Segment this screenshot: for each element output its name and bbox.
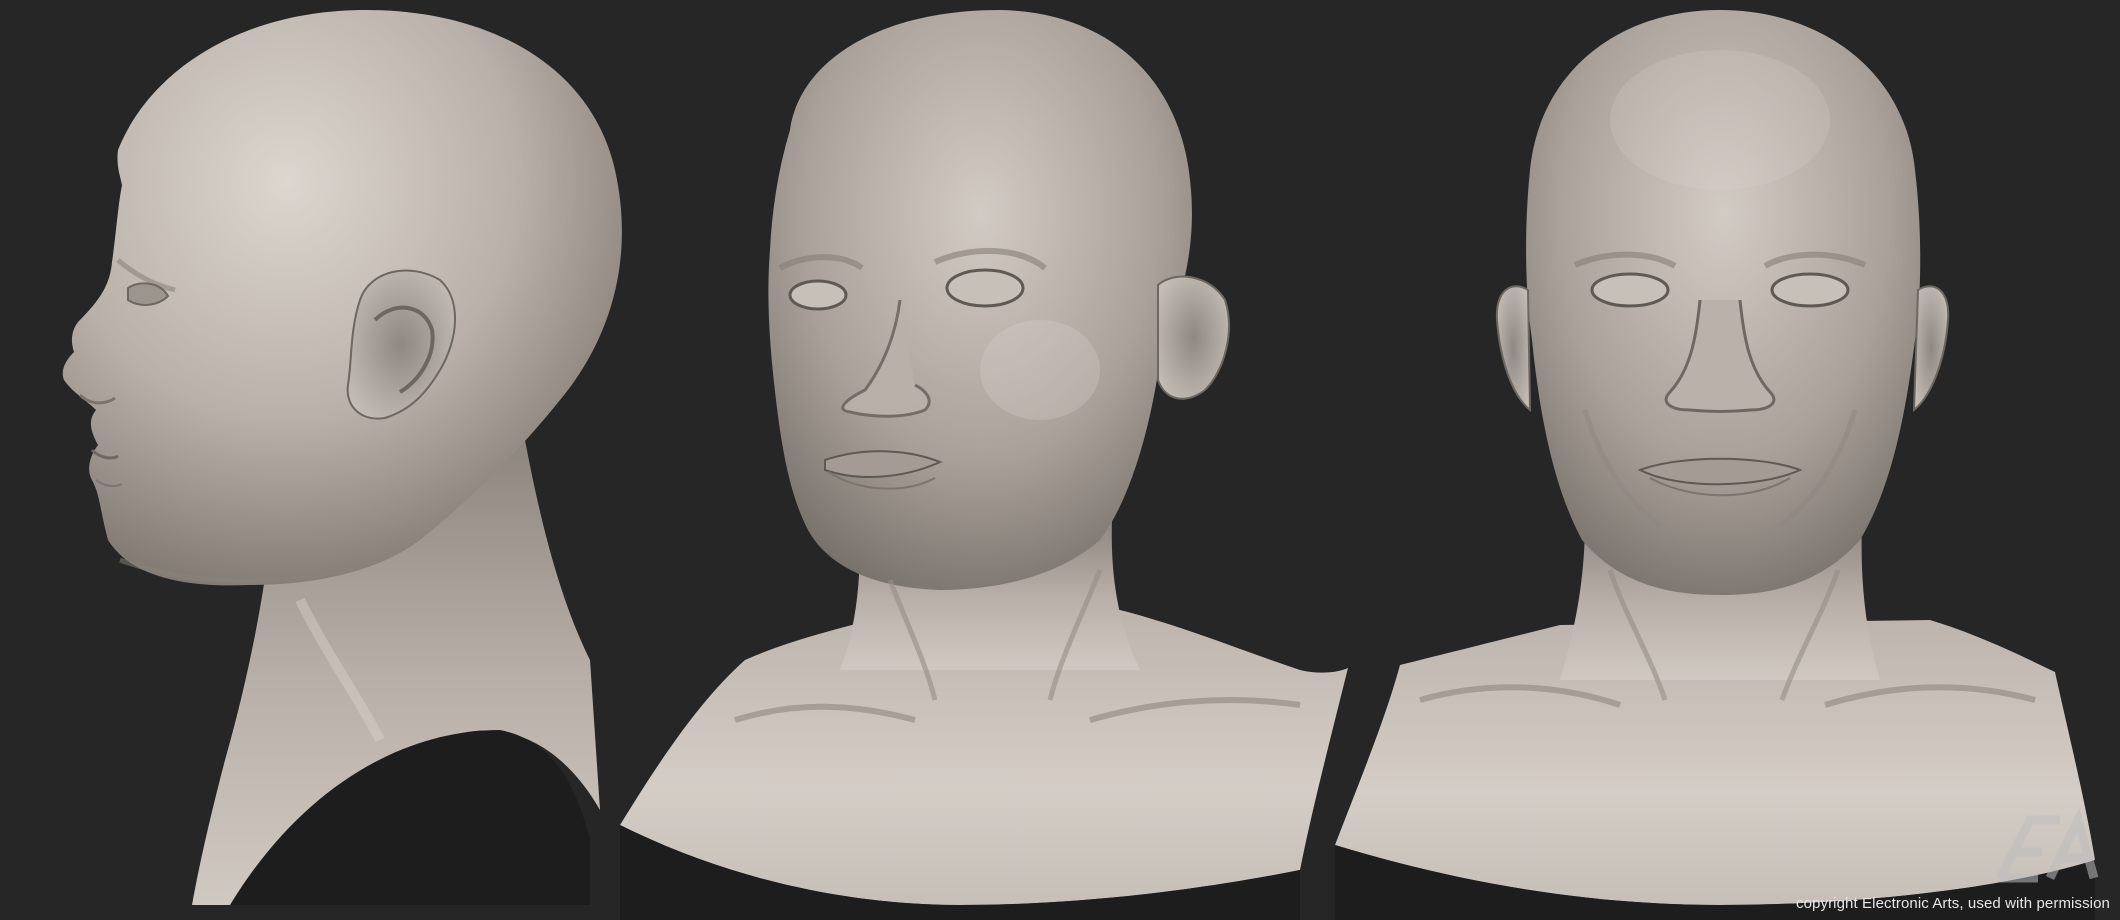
front-eye-right [1770,272,1850,308]
tq-eye-left [788,279,848,311]
tq-eye-right [945,268,1025,308]
front-eye-left [1590,272,1670,308]
front-ear-left [1495,285,1532,413]
front-ear-right [1912,285,1950,413]
three-quarter-view [620,10,1348,920]
render-canvas: copyright Electronic Arts, used with per… [0,0,2120,920]
front-view [1335,10,2095,920]
tq-ear [1157,275,1230,400]
ea-logo-icon [1996,808,2099,883]
copyright-notice: copyright Electronic Arts, used with per… [1796,895,2110,912]
sculpt-renders [62,9,2095,920]
side-profile-view [62,9,622,905]
